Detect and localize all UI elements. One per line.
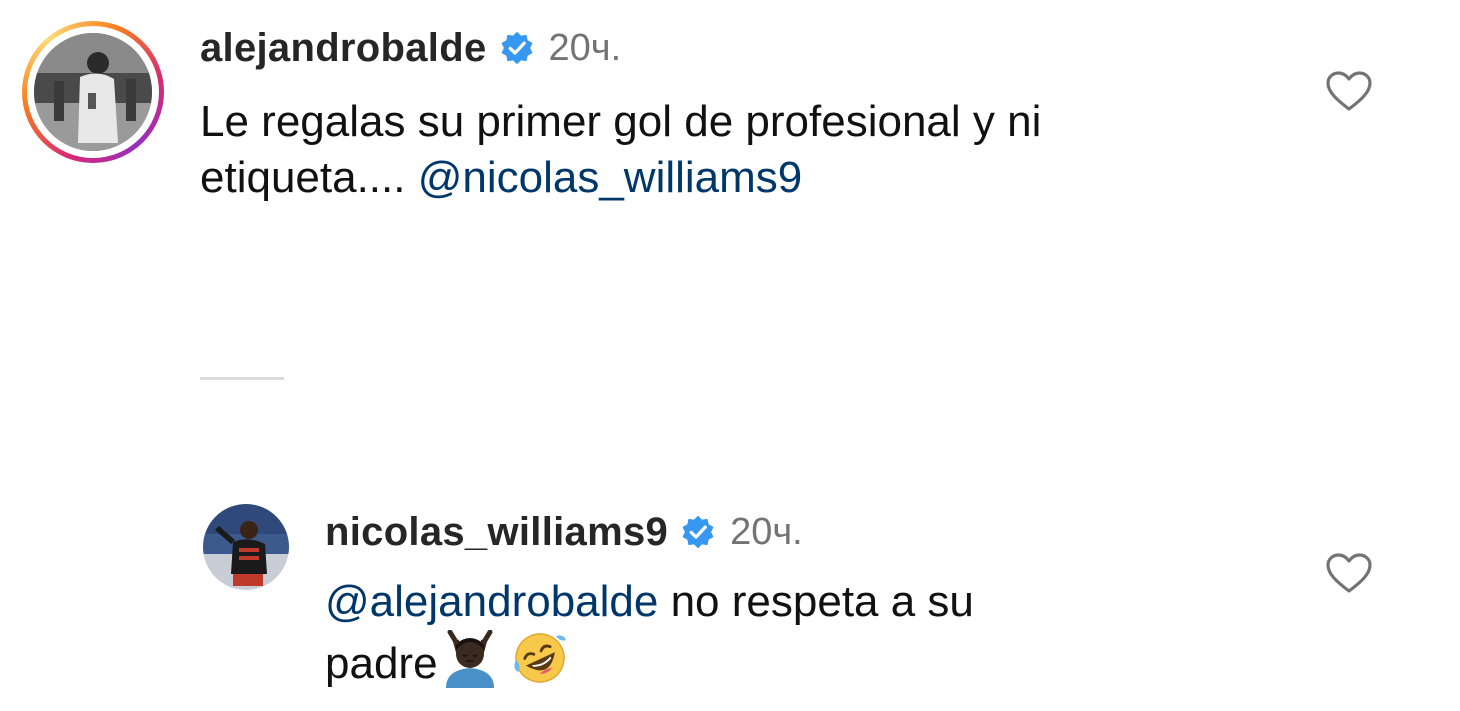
replies-divider (200, 377, 284, 380)
heart-icon[interactable] (1325, 551, 1373, 595)
avatar-story-ring[interactable] (22, 21, 164, 163)
comment-line: Le regalas su primer gol de profesional … (200, 97, 1042, 146)
timestamp: 20ч. (730, 510, 803, 553)
timestamp: 20ч. (548, 26, 622, 69)
comment-line: @alejandrobalde no respeta a su (325, 574, 974, 630)
avatar (34, 33, 152, 151)
verified-badge-icon (682, 515, 714, 549)
mention-link[interactable]: @nicolas_williams9 (418, 153, 803, 202)
comment-line: padre (325, 630, 974, 692)
verified-badge-icon (501, 31, 532, 65)
avatar-photo (203, 504, 289, 590)
comment-text-fragment: no respeta a su (658, 577, 974, 626)
mention-link[interactable]: @alejandrobalde (325, 577, 658, 626)
comment-alejandrobalde: alejandrobalde 20ч. Le regalas su primer… (0, 0, 1460, 300)
comment-nicolas-williams9: nicolas_williams9 20ч. @alejandrobalde n… (0, 490, 1460, 711)
person-gesturing-no-emoji (445, 630, 494, 688)
rolling-on-floor-laughing-emoji (513, 633, 566, 683)
avatar-photo (34, 33, 152, 151)
heart-icon[interactable] (1325, 69, 1373, 113)
comment-text-fragment: etiqueta.... (200, 153, 418, 202)
comment-text-fragment: padre (325, 639, 438, 688)
comment-text: @alejandrobalde no respeta a su padre (325, 574, 974, 692)
comment-text: Le regalas su primer gol de profesional … (200, 94, 1041, 206)
comment-line: etiqueta.... @nicolas_williams9 (200, 150, 1041, 206)
avatar[interactable] (203, 504, 289, 590)
username[interactable]: alejandrobalde (200, 26, 487, 71)
username[interactable]: nicolas_williams9 (325, 510, 668, 555)
